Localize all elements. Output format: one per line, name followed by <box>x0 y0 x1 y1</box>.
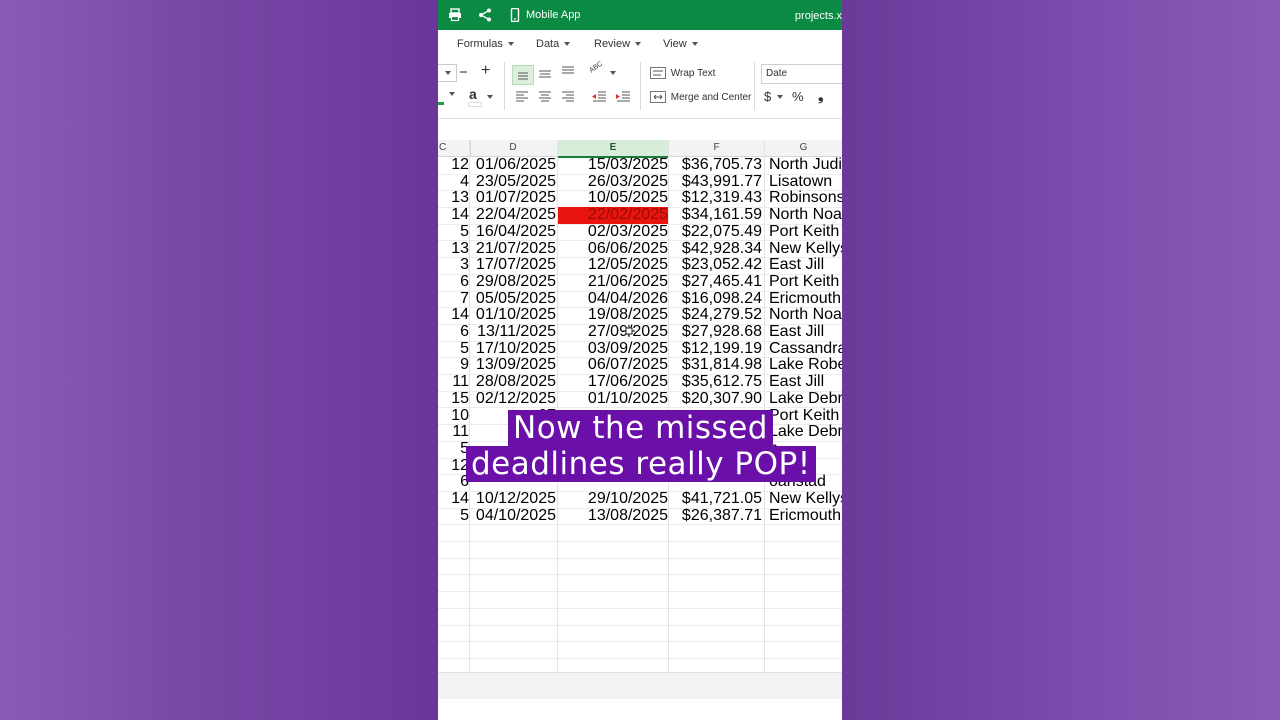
table-row <box>438 541 842 559</box>
table-row <box>438 558 842 576</box>
table-row <box>438 241 842 259</box>
chevron-down-icon <box>507 42 514 47</box>
number-format-dropdown[interactable]: Date <box>761 64 842 84</box>
grid-line <box>668 140 669 675</box>
caption-line-2: deadlines really POP! <box>466 446 816 482</box>
table-row <box>438 524 842 543</box>
column-header-e[interactable]: E <box>558 140 669 158</box>
font-color-button[interactable]: a <box>469 86 477 102</box>
ribbon-separator <box>640 62 641 110</box>
table-row <box>438 190 842 209</box>
caption-line-1: Now the missed <box>508 410 773 446</box>
font-color-bar <box>468 102 482 107</box>
align-left-icon[interactable] <box>513 89 531 105</box>
column-header-c[interactable]: C <box>438 140 471 156</box>
chevron-down-icon <box>691 42 698 47</box>
table-row <box>438 291 842 309</box>
table-row <box>438 575 842 593</box>
table-row <box>438 224 842 242</box>
background-right <box>842 0 1280 720</box>
table-row <box>438 374 842 392</box>
percent-button[interactable]: % <box>792 89 804 104</box>
comma-style-button[interactable]: ❟ <box>818 87 824 104</box>
table-row <box>438 257 842 275</box>
menu-bar: Formulas Data Review View <box>438 30 842 58</box>
table-row <box>438 508 842 526</box>
menu-review[interactable]: Review <box>594 38 642 50</box>
column-header-row: C D E F G <box>438 140 842 158</box>
table-row <box>438 274 842 292</box>
menu-formulas[interactable]: Formulas <box>457 38 514 50</box>
column-header-g[interactable]: G <box>765 140 842 156</box>
chevron-down-icon <box>610 71 616 75</box>
table-row <box>438 625 842 643</box>
wrap-text-label: Wrap Text <box>670 67 716 79</box>
align-center-text-icon[interactable] <box>536 89 554 105</box>
fill-color-bar <box>438 102 444 105</box>
grid-line <box>557 140 558 675</box>
increase-indent-icon[interactable] <box>614 89 632 105</box>
ribbon-separator <box>504 62 505 110</box>
decrease-font-button[interactable]: − <box>459 64 468 81</box>
increase-font-button[interactable]: + <box>481 62 490 80</box>
chevron-down-icon[interactable] <box>449 92 455 96</box>
number-format-value: Date <box>766 68 788 79</box>
font-size-dropdown[interactable] <box>438 64 457 82</box>
table-row <box>438 641 842 659</box>
ribbon-separator <box>754 62 755 110</box>
table-row <box>438 207 842 225</box>
text-orientation-button[interactable]: ABC <box>588 60 616 82</box>
share-icon[interactable] <box>478 8 492 22</box>
chevron-down-icon[interactable] <box>777 95 783 99</box>
table-row <box>438 341 842 359</box>
mobile-app-label[interactable]: Mobile App <box>526 9 580 21</box>
formula-bar[interactable] <box>438 118 842 137</box>
abc-orientation-icon: ABC <box>588 60 605 75</box>
menu-data-label: Data <box>536 38 560 50</box>
mobile-icon <box>510 8 520 22</box>
table-row <box>438 391 842 409</box>
sheet-tabs-bar <box>438 672 842 699</box>
chevron-down-icon <box>635 42 642 47</box>
table-row <box>438 174 842 192</box>
align-middle-button[interactable] <box>512 65 534 85</box>
menu-view[interactable]: View <box>663 38 698 50</box>
align-top-icon[interactable] <box>559 64 577 80</box>
column-header-d[interactable]: D <box>469 140 558 156</box>
app-top-bar: Mobile App projects.x <box>438 0 842 30</box>
decrease-indent-icon[interactable] <box>590 89 608 105</box>
table-row <box>438 591 842 609</box>
table-row <box>438 157 842 175</box>
table-row <box>438 491 842 509</box>
chevron-down-icon <box>445 71 451 75</box>
file-name: projects.x <box>794 10 842 22</box>
grid-line <box>469 140 470 675</box>
ribbon-toolbar: − + a ABC Wrap Text Merge and Center Dat… <box>438 58 842 118</box>
spreadsheet-app-window: Mobile App projects.x Formulas Data Revi… <box>438 0 842 720</box>
table-row <box>438 608 842 626</box>
currency-button[interactable]: $ <box>764 89 771 104</box>
wrap-text-button[interactable]: Wrap Text <box>650 67 715 79</box>
merge-center-icon <box>650 91 666 103</box>
menu-view-label: View <box>663 38 687 50</box>
menu-data[interactable]: Data <box>536 38 571 50</box>
wrap-text-icon <box>650 67 666 79</box>
table-row <box>438 357 842 376</box>
column-header-f[interactable]: F <box>669 140 765 156</box>
merge-center-label: Merge and Center <box>670 91 752 103</box>
table-row <box>438 324 842 342</box>
chevron-down-icon <box>564 42 571 47</box>
align-right-icon[interactable] <box>559 89 577 105</box>
grid-line <box>764 140 765 675</box>
menu-formulas-label: Formulas <box>457 38 503 50</box>
chevron-down-icon[interactable] <box>487 95 493 99</box>
table-row <box>438 307 842 325</box>
cursor-icon <box>623 325 635 337</box>
align-middle-icon <box>518 72 528 80</box>
merge-center-button[interactable]: Merge and Center <box>650 91 751 103</box>
print-icon[interactable] <box>448 8 462 22</box>
align-center-icon[interactable] <box>536 66 554 82</box>
background-left <box>0 0 438 720</box>
menu-review-label: Review <box>594 38 631 50</box>
